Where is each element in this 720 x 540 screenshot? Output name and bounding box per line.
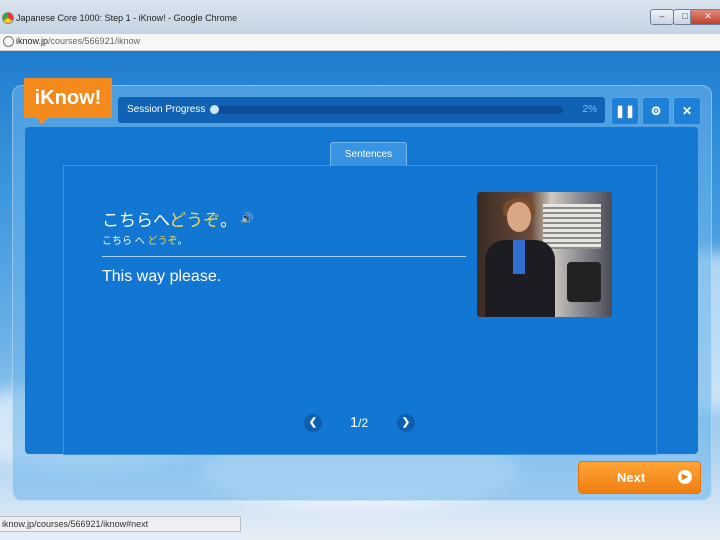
address-bar[interactable]: iknow.jp/courses/566921/iknow [0, 34, 720, 51]
japanese-prefix: こちらへ [102, 211, 170, 230]
progress-indicator [210, 105, 219, 114]
pause-icon: ❚❚ [614, 104, 636, 118]
close-session-button[interactable]: ✕ [673, 97, 701, 125]
iknow-logo[interactable]: iKnow! [24, 78, 112, 118]
chevron-right-icon: ❯ [401, 417, 411, 428]
japanese-sentence: こちらへどうぞ。 [102, 206, 237, 231]
url-domain: iknow.jp [16, 36, 49, 46]
photo-person-shirt [513, 240, 525, 274]
photo-blinds [543, 204, 601, 249]
progress-track [210, 106, 563, 114]
next-button[interactable]: Next ▶ [578, 461, 701, 494]
session-progress-percent: 2% [582, 104, 597, 115]
settings-button[interactable]: ⚙ [642, 97, 670, 125]
close-icon: ✕ [681, 104, 693, 118]
next-page-button[interactable]: ❯ [397, 414, 415, 432]
japanese-highlight: どうぞ [169, 211, 221, 230]
page-current: 1 [349, 414, 359, 431]
photo-person-head [507, 202, 531, 232]
logo-tail [36, 117, 48, 125]
page-indicator: 1/2 [339, 414, 379, 431]
status-bar: iknow.jp/courses/566921/iknow#next [0, 516, 241, 532]
session-progress: Session Progress 2% [118, 97, 605, 123]
page-icon [3, 36, 14, 47]
kana-suffix: 。 [177, 236, 188, 247]
pause-button[interactable]: ❚❚ [611, 97, 639, 125]
speaker-icon[interactable]: 🔊 [240, 212, 254, 225]
gear-icon: ⚙ [650, 104, 662, 118]
tab-sentences[interactable]: Sentences [330, 142, 407, 166]
next-button-label: Next [617, 470, 646, 485]
japanese-suffix: 。 [220, 211, 238, 230]
prev-button[interactable]: ❮ [304, 414, 322, 432]
english-translation: This way please. [102, 268, 222, 285]
pager: ❮ 1/2 ❯ [64, 412, 656, 432]
window-title: Japanese Core 1000: Step 1 - iKnow! - Go… [16, 13, 238, 23]
arrow-right-icon: ▶ [678, 470, 692, 484]
kana-reading: こちら へ どうぞ。 [102, 232, 188, 247]
chevron-left-icon: ❮ [308, 417, 318, 428]
minimize-button[interactable]: – [650, 9, 674, 25]
kana-highlight: どうぞ [147, 236, 178, 247]
chrome-icon [2, 12, 14, 24]
sentence-card: こちらへどうぞ。 🔊 こちら へ どうぞ。 This way please. ❮… [63, 165, 657, 455]
session-progress-label: Session Progress [127, 104, 206, 115]
url-path: /courses/566921/iknow [48, 36, 141, 46]
kana-prefix: こちら へ [102, 236, 148, 247]
photo-chair [567, 262, 601, 302]
sentence-photo [477, 192, 612, 317]
page-total: 2 [361, 416, 369, 430]
url-text[interactable]: iknow.jp/courses/566921/iknow [16, 36, 140, 46]
divider [102, 256, 466, 257]
close-window-button[interactable]: ✕ [690, 9, 720, 25]
window-titlebar: Japanese Core 1000: Step 1 - iKnow! - Go… [0, 0, 720, 35]
